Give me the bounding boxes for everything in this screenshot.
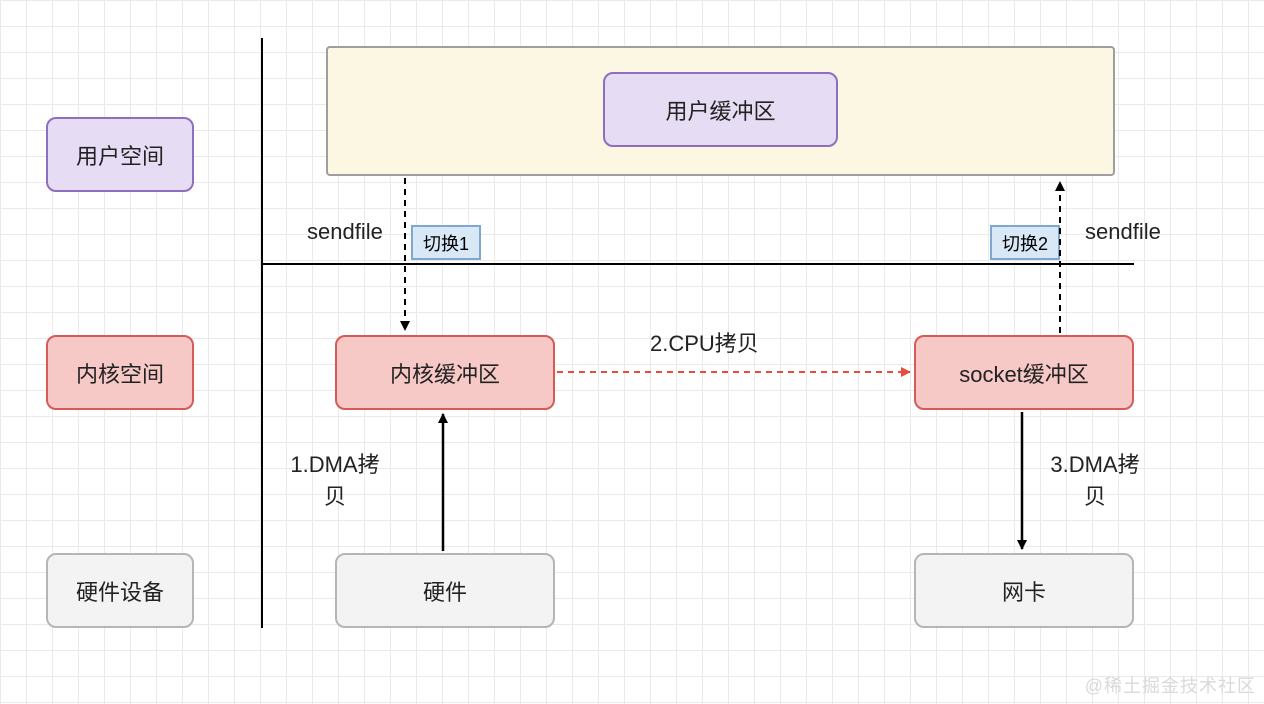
label-sendfile-left: sendfile xyxy=(307,219,383,245)
row-label-user-space-text: 用户空间 xyxy=(76,139,164,171)
row-label-kernel-space-text: 内核空间 xyxy=(76,357,164,389)
diagram-canvas: 用户空间 内核空间 硬件设备 用户缓冲区 内核缓冲区 socket缓冲区 硬件 … xyxy=(0,0,1264,704)
switch-tag-1-text: 切换1 xyxy=(423,230,469,256)
hardware-disk: 硬件 xyxy=(335,553,555,628)
row-label-kernel-space: 内核空间 xyxy=(46,335,194,410)
kernel-buffer: 内核缓冲区 xyxy=(335,335,555,410)
switch-tag-2-text: 切换2 xyxy=(1002,230,1048,256)
switch-tag-1: 切换1 xyxy=(411,225,481,260)
hardware-disk-text: 硬件 xyxy=(423,575,467,607)
socket-buffer-text: socket缓冲区 xyxy=(959,357,1089,389)
horizontal-divider xyxy=(261,263,1134,265)
label-sendfile-right: sendfile xyxy=(1085,219,1161,245)
watermark: @稀土掘金技术社区 xyxy=(1085,672,1256,698)
hardware-nic: 网卡 xyxy=(914,553,1134,628)
socket-buffer: socket缓冲区 xyxy=(914,335,1134,410)
user-buffer-text: 用户缓冲区 xyxy=(665,94,775,126)
label-dma-copy-1: 1.DMA拷贝 xyxy=(280,447,390,511)
hardware-nic-text: 网卡 xyxy=(1002,575,1046,607)
kernel-buffer-text: 内核缓冲区 xyxy=(390,357,500,389)
label-cpu-copy: 2.CPU拷贝 xyxy=(650,326,759,358)
user-buffer: 用户缓冲区 xyxy=(603,72,838,147)
label-dma-copy-2: 3.DMA拷贝 xyxy=(1040,447,1150,511)
row-label-user-space: 用户空间 xyxy=(46,117,194,192)
row-label-hardware-text: 硬件设备 xyxy=(76,575,164,607)
switch-tag-2: 切换2 xyxy=(990,225,1060,260)
row-label-hardware: 硬件设备 xyxy=(46,553,194,628)
vertical-divider xyxy=(261,38,263,628)
